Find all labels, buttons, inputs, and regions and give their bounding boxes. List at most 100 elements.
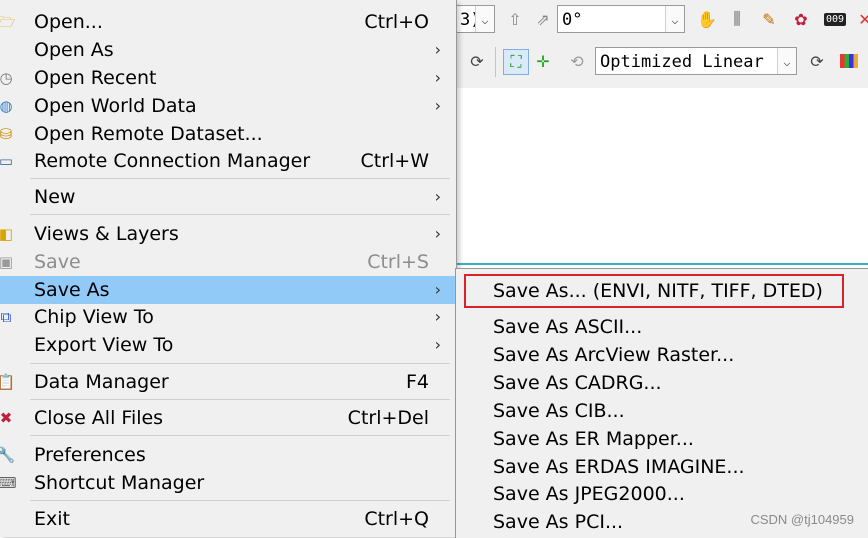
rotation-combo[interactable]: 0° ⌵ <box>557 5 685 33</box>
menu-item-export-view-to[interactable]: Export View To › <box>0 331 455 359</box>
keyboard-icon: ⌨ <box>0 474 17 492</box>
menu-item-label: New <box>34 186 76 208</box>
toolbar-divider <box>495 47 496 77</box>
wrench-icon: 🔧 <box>0 446 16 464</box>
chevron-right-icon: › <box>434 335 441 354</box>
save-disk-icon: ▣ <box>0 253 14 271</box>
rotate-up-icon[interactable]: ⇧ <box>503 7 527 31</box>
submenu-item-label: Save As ER Mapper... <box>493 428 694 450</box>
chevron-right-icon: › <box>434 96 441 115</box>
menu-item-label: Exit <box>34 508 70 530</box>
menu-item-chip-view-to[interactable]: ⧉ Chip View To › <box>0 303 455 331</box>
chevron-down-icon[interactable]: ⌵ <box>777 48 796 74</box>
menu-item-label: Preferences <box>34 444 146 466</box>
layer-combo[interactable]: 3) ⌵ <box>455 5 495 33</box>
menu-item-open-world-data[interactable]: ◍ Open World Data › <box>0 92 455 120</box>
submenu-item-save-as-erdas[interactable]: Save As ERDAS IMAGINE... <box>456 453 868 481</box>
chevron-down-icon[interactable]: ⌵ <box>665 6 684 32</box>
menu-item-save[interactable]: ▣ Save Ctrl+S <box>0 248 455 276</box>
menu-item-label: Shortcut Manager <box>34 472 205 494</box>
menu-separator <box>30 435 450 436</box>
spectral-icon[interactable]: ⫼ <box>725 7 749 31</box>
submenu-item-label: Save As ERDAS IMAGINE... <box>493 456 745 478</box>
submenu-item-save-as-cadrg[interactable]: Save As CADRG... <box>456 369 868 397</box>
toolbar-row-1: 3) ⌵ ⇧ ⇗ 0° ⌵ ✋ ⫼ ✎ ✿ 009 ✕ <box>455 5 868 43</box>
menu-item-close-all-files[interactable]: ✖ Close All Files Ctrl+Del <box>0 404 455 432</box>
menu-item-label: Views & Layers <box>34 223 179 245</box>
monitor-icon: ▭ <box>0 152 14 170</box>
menu-separator <box>30 178 450 179</box>
color-table-icon[interactable] <box>837 49 861 73</box>
rotation-value: 0° <box>562 10 583 30</box>
submenu-item-label: Save As CIB... <box>493 400 625 422</box>
menu-item-label: Export View To <box>34 334 174 356</box>
stretch-value: Optimized Linear <box>600 52 764 72</box>
stretch-combo[interactable]: Optimized Linear ⌵ <box>595 47 797 75</box>
submenu-item-label: Save As PCI... <box>493 511 624 533</box>
chevron-right-icon: › <box>434 307 441 326</box>
counter-text: 009 <box>823 12 847 26</box>
menu-separator <box>30 214 450 215</box>
menu-item-label: Open... <box>34 11 103 33</box>
submenu-item-save-as-cib[interactable]: Save As CIB... <box>456 397 868 425</box>
refresh-icon[interactable]: ⟳ <box>465 49 489 73</box>
close-icon[interactable]: ✕ <box>853 7 868 31</box>
folder-open-icon: 🗁 <box>0 13 16 31</box>
menu-item-shortcut: Ctrl+O <box>364 11 429 33</box>
menu-item-open[interactable]: 🗁 Open... Ctrl+O <box>0 8 455 36</box>
pencil-roi-icon[interactable]: ✎ <box>757 7 781 31</box>
menu-item-open-remote-dataset[interactable]: ⛁ Open Remote Dataset... <box>0 120 455 148</box>
menu-separator <box>30 399 450 400</box>
menu-item-preferences[interactable]: 🔧 Preferences <box>0 441 455 469</box>
menu-separator <box>30 500 450 501</box>
cycle-icon[interactable]: ⟲ <box>565 49 589 73</box>
submenu-item-label: Save As... (ENVI, NITF, TIFF, DTED) <box>493 280 823 302</box>
submenu-item-save-as-envi[interactable]: Save As... (ENVI, NITF, TIFF, DTED) <box>456 277 868 305</box>
menu-item-exit[interactable]: Exit Ctrl+Q <box>0 505 455 533</box>
submenu-item-save-as-arcview[interactable]: Save As ArcView Raster... <box>456 341 868 369</box>
chevron-right-icon: › <box>434 40 441 59</box>
zoom-fit-icon[interactable]: ⛶ <box>503 49 529 75</box>
save-as-submenu: Save As... (ENVI, NITF, TIFF, DTED) Save… <box>455 268 868 538</box>
menu-item-views-layers[interactable]: ◧ Views & Layers › <box>0 220 455 248</box>
toolbar: 3) ⌵ ⇧ ⇗ 0° ⌵ ✋ ⫼ ✎ ✿ 009 ✕ ⟳ ⛶ ✛ ⟲ Opti… <box>455 0 868 89</box>
image-view[interactable] <box>455 88 868 264</box>
menu-item-label: Remote Connection Manager <box>34 150 311 172</box>
refresh-icon[interactable]: ⟳ <box>805 49 829 73</box>
menu-item-label: Save <box>34 251 81 273</box>
menu-item-label: Open As <box>34 39 114 61</box>
menu-separator <box>30 363 450 364</box>
menu-item-shortcut: Ctrl+Q <box>364 508 429 530</box>
menu-item-new[interactable]: New › <box>0 183 455 211</box>
menu-item-save-as[interactable]: Save As › <box>0 276 455 304</box>
counter-icon[interactable]: 009 <box>821 7 849 31</box>
rotate-right-icon[interactable]: ⇗ <box>531 7 555 31</box>
layers-icon: ◧ <box>0 225 14 243</box>
menu-item-shortcut: Ctrl+W <box>360 150 429 172</box>
menu-item-shortcut: Ctrl+S <box>367 251 429 273</box>
menu-item-data-manager[interactable]: 📋 Data Manager F4 <box>0 368 455 396</box>
crosshair-icon[interactable]: ✛ <box>531 49 555 73</box>
clipboard-icon: 📋 <box>0 373 16 391</box>
menu-item-shortcut: Ctrl+Del <box>347 407 429 429</box>
submenu-item-save-as-ascii[interactable]: Save As ASCII... <box>456 313 868 341</box>
view-border <box>455 263 868 265</box>
menu-item-open-as[interactable]: Open As › <box>0 36 455 64</box>
chevron-right-icon: › <box>434 187 441 206</box>
chip-view-icon: ⧉ <box>0 308 12 326</box>
roi-tool-icon[interactable]: ✿ <box>789 7 813 31</box>
submenu-item-save-as-er-mapper[interactable]: Save As ER Mapper... <box>456 425 868 453</box>
menu-item-open-recent[interactable]: ◷ Open Recent › <box>0 64 455 92</box>
submenu-item-label: Save As JPEG2000... <box>493 483 685 505</box>
menu-item-shortcut: F4 <box>405 371 429 393</box>
watermark: CSDN @tj104959 <box>750 512 854 527</box>
menu-item-shortcut-manager[interactable]: ⌨ Shortcut Manager <box>0 469 455 497</box>
globe-icon: ◍ <box>0 97 13 115</box>
menu-item-label: Save As <box>34 279 110 301</box>
menu-item-label: Open World Data <box>34 95 197 117</box>
menu-item-remote-connection-manager[interactable]: ▭ Remote Connection Manager Ctrl+W <box>0 147 455 175</box>
chevron-down-icon[interactable]: ⌵ <box>475 6 494 32</box>
submenu-item-save-as-jpeg2000[interactable]: Save As JPEG2000... <box>456 480 868 508</box>
hand-gesture-icon[interactable]: ✋ <box>695 7 719 31</box>
remote-dataset-icon: ⛁ <box>0 125 13 143</box>
